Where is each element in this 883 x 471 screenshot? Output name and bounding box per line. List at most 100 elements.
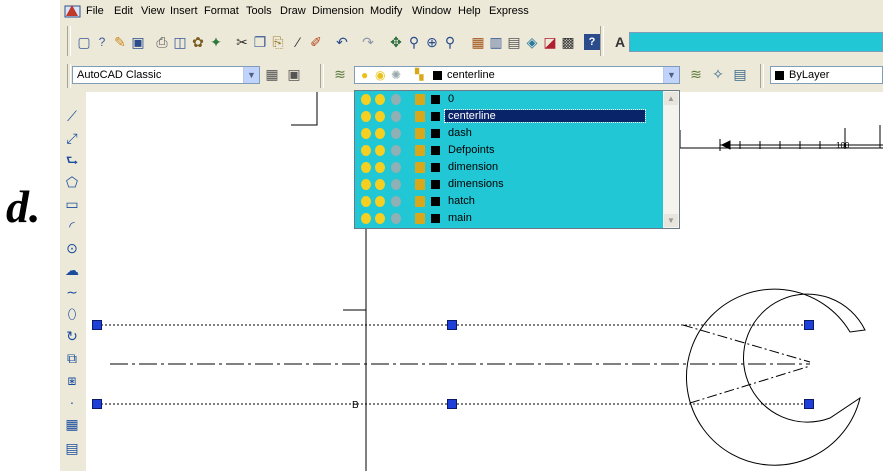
circle-icon[interactable]: ⊙ (64, 240, 80, 256)
new-file-icon[interactable]: ▢ (76, 34, 92, 50)
menu-insert[interactable]: Insert (170, 5, 198, 17)
menu-file[interactable]: File (86, 5, 104, 17)
sun-icon[interactable]: ◉ (375, 68, 385, 82)
chevron-down-icon[interactable]: ▼ (663, 67, 679, 83)
lightbulb-icon[interactable]: ● (361, 68, 368, 82)
zoom-previous-icon[interactable]: ⚲ (442, 34, 458, 50)
lock-icon[interactable] (415, 94, 425, 105)
revision-cloud-icon[interactable]: ☁ (64, 262, 80, 278)
layer-state-icon[interactable]: ▤ (732, 66, 748, 82)
properties-icon[interactable]: ▦ (470, 34, 486, 50)
zoom-window-icon[interactable]: ⊕ (424, 34, 440, 50)
pan-icon[interactable]: ✥ (388, 34, 404, 50)
layer-list-item[interactable]: dash (355, 126, 660, 142)
menu-edit[interactable]: Edit (114, 5, 133, 17)
lightbulb-icon[interactable] (361, 179, 371, 190)
freeze-vp-icon[interactable] (391, 162, 401, 173)
freeze-vp-icon[interactable] (391, 213, 401, 224)
make-current-icon[interactable]: ≋ (688, 66, 704, 82)
paste-icon[interactable]: ⎘ (270, 34, 286, 50)
lock-icon[interactable] (415, 162, 425, 173)
zoom-realtime-icon[interactable]: ⚲ (406, 34, 422, 50)
match-properties-icon[interactable]: ⁄ (290, 34, 306, 50)
polygon-icon[interactable]: ⬠ (64, 174, 80, 190)
polyline-icon[interactable]: ⮑ (64, 152, 80, 168)
layer-list-item[interactable]: main (355, 211, 660, 227)
open-icon[interactable]: ✎ (112, 34, 128, 50)
menu-help[interactable]: Help (458, 5, 481, 17)
autocad-app-icon[interactable] (64, 3, 81, 18)
layer-list-item[interactable]: centerline (355, 109, 660, 125)
help-icon[interactable]: ? (94, 34, 110, 50)
lock-icon[interactable]: ▚ (415, 68, 423, 81)
layer-properties-icon[interactable]: ≋ (332, 66, 348, 82)
scroll-up-icon[interactable]: ▲ (664, 92, 678, 105)
layer-list-item[interactable]: Defpoints (355, 143, 660, 159)
make-block-icon[interactable]: ⧆ (64, 372, 80, 388)
point-icon[interactable]: · (64, 394, 80, 410)
sheet-set-icon[interactable]: ◈ (524, 34, 540, 50)
scroll-down-icon[interactable]: ▼ (664, 214, 678, 227)
layer-select[interactable]: ● ◉ ✺ ▚ centerline ▼ (354, 66, 680, 84)
lock-icon[interactable] (415, 111, 425, 122)
sun-icon[interactable] (375, 94, 385, 105)
grip-handle[interactable] (92, 320, 102, 330)
lightbulb-icon[interactable] (361, 213, 371, 224)
save-icon[interactable]: ▣ (130, 34, 146, 50)
plot-preview-icon[interactable]: ◫ (172, 34, 188, 50)
ellipse-icon[interactable]: ⬯ (64, 306, 80, 322)
freeze-vp-icon[interactable] (391, 111, 401, 122)
markup-icon[interactable]: ◪ (542, 34, 558, 50)
dropdown-scrollbar[interactable]: ▲ ▼ (663, 91, 679, 228)
sun-icon[interactable] (375, 162, 385, 173)
line-icon[interactable]: ⟋ (64, 108, 80, 124)
lightbulb-icon[interactable] (361, 128, 371, 139)
grip-handle[interactable] (447, 399, 457, 409)
workspace-settings-icon[interactable]: ▦ (264, 66, 280, 82)
text-style-icon[interactable]: A (612, 34, 628, 50)
lock-icon[interactable] (415, 128, 425, 139)
lightbulb-icon[interactable] (361, 111, 371, 122)
freeze-vp-icon[interactable] (391, 94, 401, 105)
layer-list-item[interactable]: 0 (355, 92, 660, 108)
grip-handle[interactable] (92, 399, 102, 409)
hatch-icon[interactable]: ▦ (64, 416, 80, 432)
grip-handle[interactable] (804, 399, 814, 409)
sun-icon[interactable] (375, 196, 385, 207)
cut-icon[interactable]: ✂ (234, 34, 250, 50)
lock-icon[interactable] (415, 213, 425, 224)
construction-line-icon[interactable]: ⤢ (64, 130, 80, 146)
block-editor-icon[interactable]: ✐ (308, 34, 324, 50)
sun-icon[interactable] (375, 179, 385, 190)
freeze-vp-icon[interactable] (391, 128, 401, 139)
publish-icon[interactable]: ✿ (190, 34, 206, 50)
sun-icon[interactable] (375, 145, 385, 156)
text-style-field[interactable] (629, 32, 883, 52)
menu-express[interactable]: Express (489, 5, 529, 17)
spline-icon[interactable]: ∼ (64, 284, 80, 300)
rectangle-icon[interactable]: ▭ (64, 196, 80, 212)
lock-icon[interactable] (415, 179, 425, 190)
3d-dwf-icon[interactable]: ✦ (208, 34, 224, 50)
undo-icon[interactable]: ↶ (334, 34, 350, 50)
redo-icon[interactable]: ↷ (360, 34, 376, 50)
lightbulb-icon[interactable] (361, 162, 371, 173)
sun-icon[interactable] (375, 111, 385, 122)
menu-dimension[interactable]: Dimension (312, 5, 364, 17)
lightbulb-icon[interactable] (361, 94, 371, 105)
chevron-down-icon[interactable]: ▼ (243, 67, 259, 83)
sun-icon[interactable] (375, 213, 385, 224)
freeze-vp-icon[interactable] (391, 145, 401, 156)
layer-dropdown-list[interactable]: 0 centerline dash Defpoints dimension dimensi… (354, 90, 680, 229)
insert-block-icon[interactable]: ⧉ (64, 350, 80, 366)
freeze-vp-icon[interactable] (391, 179, 401, 190)
lightbulb-icon[interactable] (361, 196, 371, 207)
freeze-vp-icon[interactable] (391, 196, 401, 207)
arc-icon[interactable]: ◜ (64, 218, 80, 234)
sun-icon[interactable] (375, 128, 385, 139)
ellipse-arc-icon[interactable]: ↻ (64, 328, 80, 344)
design-center-icon[interactable]: ▥ (488, 34, 504, 50)
calculator-icon[interactable]: ▩ (560, 34, 576, 50)
gradient-icon[interactable]: ▤ (64, 440, 80, 456)
workspace-select[interactable]: AutoCAD Classic ▼ (72, 66, 260, 84)
